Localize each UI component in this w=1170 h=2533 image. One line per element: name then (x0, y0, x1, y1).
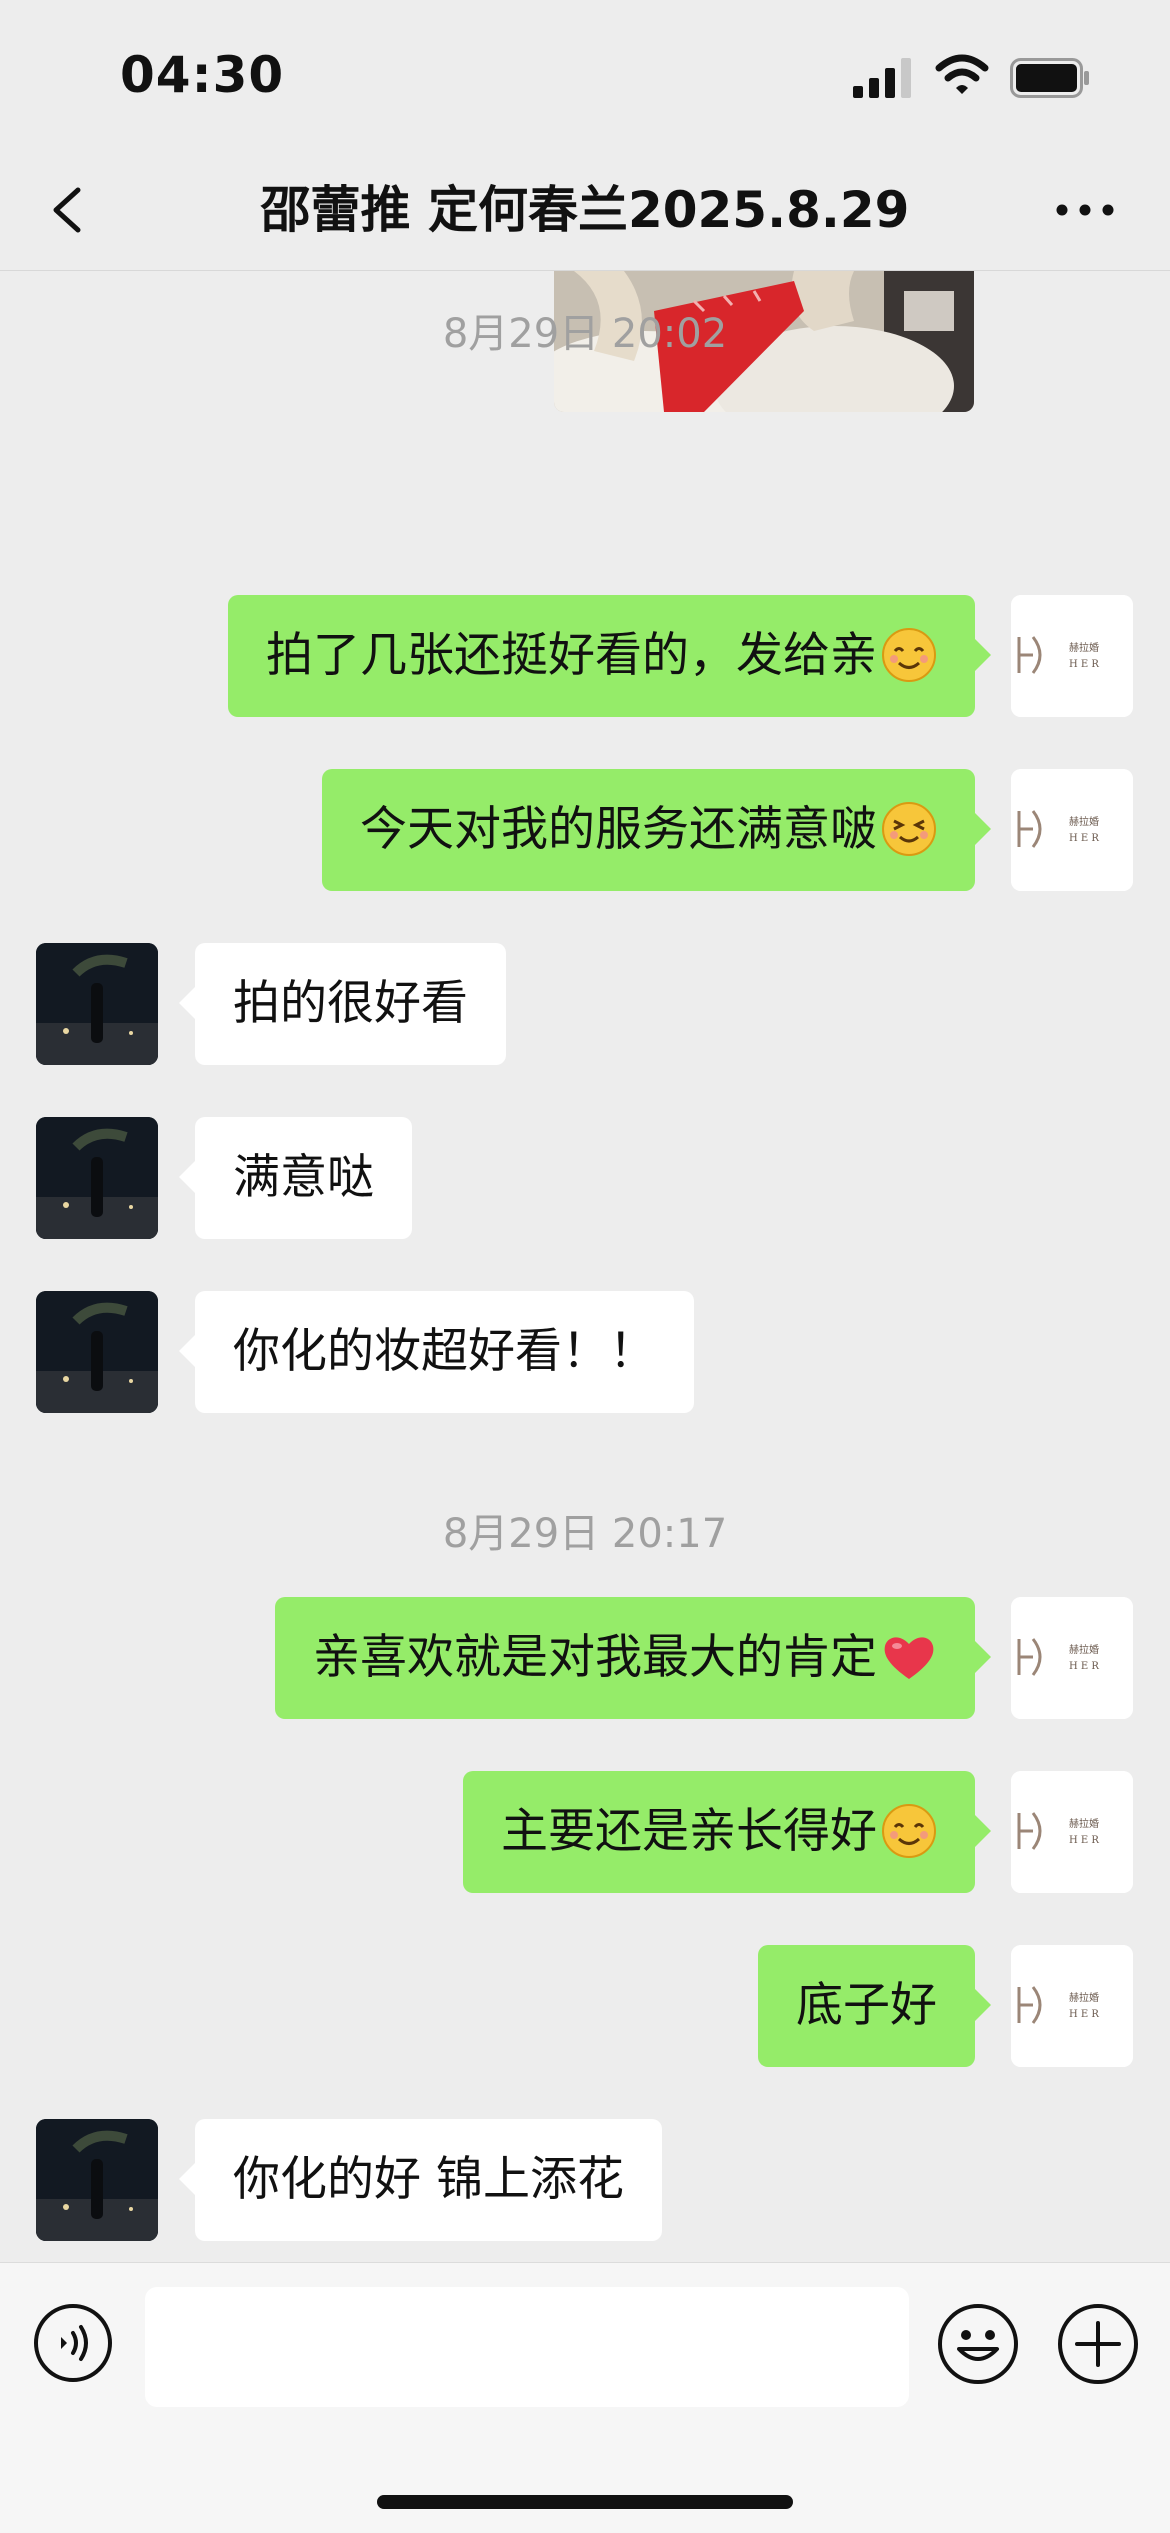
message-text: 你化的妆超好看！！ (233, 1324, 656, 1379)
smiling-face-emoji-icon (882, 627, 936, 682)
status-bar: 04:30 (0, 0, 1170, 150)
message-text: 亲喜欢就是对我最大的肯定 (313, 1630, 877, 1685)
my-avatar-icon[interactable]: 赫拉婚 H E R (1011, 1945, 1133, 2067)
chat-header: 邵蕾推 定何春兰2025.8.29 (0, 150, 1170, 271)
contact-avatar-icon[interactable] (36, 943, 158, 1065)
message-row: 主要还是亲长得好 赫拉婚 H E R (0, 1771, 1170, 1893)
chat-title: 邵蕾推 定何春兰2025.8.29 (260, 181, 910, 239)
message-text: 主要还是亲长得好 (501, 1804, 877, 1859)
my-avatar-icon[interactable]: 赫拉婚 H E R (1011, 595, 1133, 717)
my-avatar-icon[interactable]: 赫拉婚 H E R (1011, 1771, 1133, 1893)
message-row: 满意哒 (0, 1117, 1170, 1239)
home-indicator[interactable] (377, 2495, 793, 2509)
timestamp: 8月29日 20:02 (442, 311, 728, 357)
message-row: 底子好 赫拉婚 H E R (0, 1945, 1170, 2067)
message-row: 你化的好 锦上添花 (0, 2119, 1170, 2241)
contact-avatar-icon[interactable] (36, 1117, 158, 1239)
battery-icon (1010, 58, 1089, 98)
message-text: 拍的很好看 (233, 976, 468, 1031)
message-bubble[interactable]: 满意哒 (179, 1117, 412, 1239)
grinning-squint-emoji-icon (882, 801, 936, 856)
message-bubble[interactable]: 你化的好 锦上添花 (179, 2119, 662, 2241)
status-time: 04:30 (120, 46, 285, 104)
svg-text:H E R: H E R (1069, 659, 1099, 670)
smiling-face-emoji-icon (882, 1803, 936, 1858)
message-bubble[interactable]: 你化的妆超好看！！ (179, 1291, 694, 1413)
svg-text:H E R: H E R (1069, 1835, 1099, 1846)
back-arrow-icon[interactable] (40, 178, 100, 242)
message-bubble[interactable]: 拍的很好看 (179, 943, 506, 1065)
message-bubble[interactable]: 今天对我的服务还满意啵 (322, 769, 991, 891)
svg-text:赫拉婚: 赫拉婚 (1069, 1817, 1099, 1830)
svg-text:赫拉婚: 赫拉婚 (1069, 1643, 1099, 1656)
contact-avatar-icon[interactable] (36, 1291, 158, 1413)
svg-text:H E R: H E R (1069, 833, 1099, 844)
message-row: 拍的很好看 (0, 943, 1170, 1065)
input-bar (0, 2262, 1170, 2533)
my-avatar-icon[interactable]: 赫拉婚 H E R (1011, 1597, 1133, 1719)
message-input[interactable] (145, 2287, 909, 2407)
message-row: 今天对我的服务还满意啵 赫拉婚 H E R (0, 769, 1170, 891)
message-bubble[interactable]: 拍了几张还挺好看的，发给亲 (228, 595, 991, 717)
message-text: 你化的好 锦上添花 (233, 2152, 624, 2207)
more-options-icon[interactable] (1050, 178, 1120, 242)
my-avatar-icon[interactable]: 赫拉婚 H E R (1011, 769, 1133, 891)
message-text: 拍了几张还挺好看的，发给亲 (266, 628, 877, 683)
svg-text:H E R: H E R (1069, 1661, 1099, 1672)
wifi-icon (935, 54, 989, 94)
message-row: 你化的妆超好看！！ (0, 1291, 1170, 1413)
emoji-icon[interactable] (937, 2303, 1019, 2385)
svg-text:赫拉婚: 赫拉婚 (1069, 815, 1099, 828)
message-row: 亲喜欢就是对我最大的肯定 赫拉婚 H E R (0, 1597, 1170, 1719)
message-bubble[interactable]: 主要还是亲长得好 (463, 1771, 991, 1893)
message-text: 底子好 (796, 1978, 937, 2033)
message-bubble[interactable]: 底子好 (758, 1945, 991, 2067)
message-text: 今天对我的服务还满意啵 (360, 802, 877, 857)
svg-text:H E R: H E R (1069, 2009, 1099, 2020)
add-plus-icon[interactable] (1057, 2303, 1139, 2385)
message-text: 满意哒 (233, 1150, 374, 1205)
red-heart-emoji-icon (884, 1636, 934, 1679)
message-list[interactable]: 8月29日 20:02 拍了几张还挺好看的，发给亲 赫拉婚 H E R 今天对我的… (0, 271, 1170, 2271)
cellular-signal-icon (853, 58, 911, 98)
contact-avatar-icon[interactable] (36, 2119, 158, 2241)
svg-text:赫拉婚: 赫拉婚 (1069, 641, 1099, 654)
timestamp: 8月29日 20:17 (442, 1511, 728, 1557)
message-row: 拍了几张还挺好看的，发给亲 赫拉婚 H E R (0, 595, 1170, 717)
message-bubble[interactable]: 亲喜欢就是对我最大的肯定 (275, 1597, 991, 1719)
svg-text:赫拉婚: 赫拉婚 (1069, 1991, 1099, 2004)
voice-input-icon[interactable] (33, 2303, 113, 2383)
